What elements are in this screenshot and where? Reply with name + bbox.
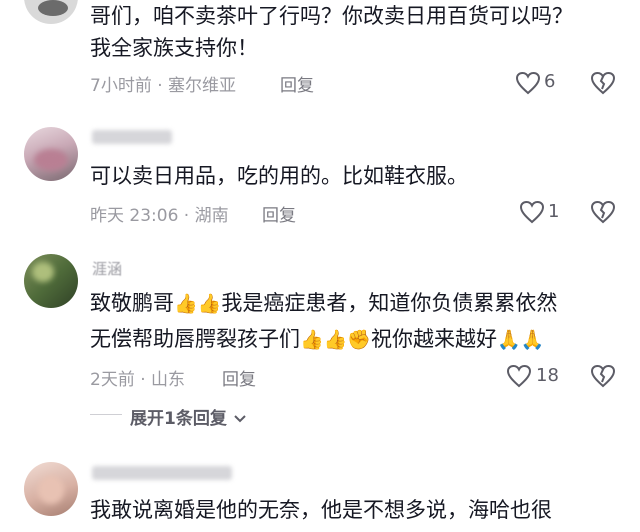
comment-time-location: 2天前 · 山东 [90, 370, 186, 390]
broken-heart-icon[interactable] [590, 200, 616, 224]
comment-text: 致敬鹏哥👍👍我是癌症患者，知道你负债累累依然 [90, 285, 557, 322]
avatar[interactable] [24, 462, 78, 516]
chevron-down-icon [233, 414, 247, 424]
like-count: 18 [536, 365, 559, 386]
reply-button[interactable]: 回复 [222, 365, 256, 390]
like-count: 6 [544, 71, 556, 92]
user-name[interactable] [92, 130, 172, 144]
expand-replies-label: 展开1条回复 [130, 409, 227, 429]
reply-button[interactable]: 回复 [280, 71, 314, 96]
heart-outline-icon[interactable] [506, 364, 532, 388]
thumbs-up-emoji: 👍 [197, 293, 222, 315]
thumbs-up-emoji: 👍 [174, 293, 198, 315]
expand-replies-button[interactable]: 展开1条回复 [130, 404, 247, 429]
user-name[interactable] [92, 466, 232, 480]
heart-outline-icon[interactable] [519, 200, 545, 224]
comment-text-segment: 我是癌症患者，知道你负债累累依然 [221, 291, 558, 315]
comment-text-segment: 致敬鹏哥 [90, 291, 174, 315]
comment-text: 无偿帮助唇腭裂孩子们👍👍✊祝你越来越好🙏🙏 [90, 321, 544, 358]
comment-time-location: 7小时前 · 塞尔维亚 [90, 76, 237, 96]
comment-text: 我敢说离婚是他的无奈，他是不想多说，海哈也很 [90, 498, 552, 522]
avatar[interactable] [24, 254, 78, 308]
fist-emoji: ✊ [347, 329, 372, 351]
praying-hands-emoji: 🙏 [497, 329, 521, 351]
like-count: 1 [548, 201, 560, 222]
thumbs-up-emoji: 👍 [300, 329, 324, 351]
user-name[interactable]: 涯涵 [92, 258, 122, 279]
avatar[interactable] [24, 127, 78, 181]
reply-button[interactable]: 回复 [262, 201, 296, 226]
broken-heart-icon[interactable] [590, 364, 616, 388]
comment-text: 可以卖日用品，吃的用的。比如鞋衣服。 [90, 164, 468, 188]
heart-outline-icon[interactable] [515, 71, 541, 95]
avatar[interactable] [24, 0, 78, 24]
comment-time-location: 昨天 23:06 · 湖南 [90, 206, 229, 226]
thumbs-up-emoji: 👍 [323, 329, 348, 351]
comment-text-segment: 无偿帮助唇腭裂孩子们 [90, 327, 300, 351]
praying-hands-emoji: 🙏 [520, 329, 545, 351]
comment-text: 我全家族支持你！ [90, 36, 258, 60]
comment-text: 哥们，咱不卖茶叶了行吗？你改卖日用百货可以吗？ [90, 4, 573, 28]
replies-divider [90, 414, 122, 415]
broken-heart-icon[interactable] [590, 71, 616, 95]
comment-text-segment: 祝你越来越好 [371, 327, 498, 351]
